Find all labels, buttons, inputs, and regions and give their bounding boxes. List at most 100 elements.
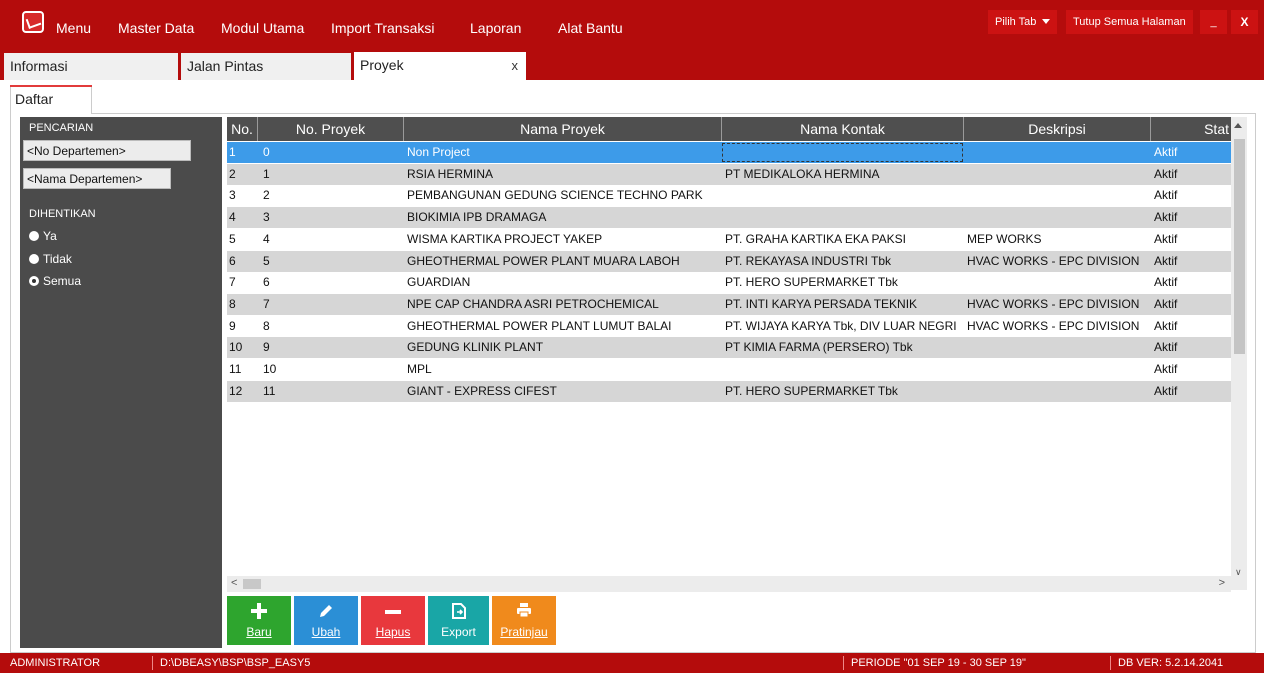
pencarian-label: PENCARIAN	[29, 122, 94, 134]
table-row[interactable]: 2 1 RSIA HERMINA PT MEDIKALOKA HERMINA Aktif	[227, 163, 1231, 185]
table-row[interactable]: 1 0 Non Project Aktif	[227, 142, 1231, 163]
pilih-tab-button[interactable]: Pilih Tab	[988, 10, 1058, 34]
cell-no: 9	[229, 318, 236, 333]
menu-item-menu[interactable]: Menu	[56, 20, 91, 36]
cell-no-proyek: 4	[263, 231, 270, 246]
cell-deskripsi	[964, 272, 1151, 293]
cell-no-proyek: 10	[263, 362, 277, 376]
status-bar: ADMINISTRATOR D:\DBEASY\BSP\BSP_EASY5 PE…	[0, 653, 1264, 673]
printer-icon	[517, 603, 531, 618]
tab-jalan-pintas[interactable]: Jalan Pintas	[181, 53, 351, 80]
subtab-daftar[interactable]: Daftar	[10, 85, 92, 114]
cell-status: Aktif	[1154, 296, 1178, 311]
tutup-semua-halaman-button[interactable]: Tutup Semua Halaman	[1066, 10, 1193, 34]
cell-nama-proyek: RSIA HERMINA	[407, 166, 494, 181]
cell-nama-proyek: NPE CAP CHANDRA ASRI PETROCHEMICAL	[407, 296, 659, 311]
cell-no-proyek: 7	[263, 296, 270, 311]
nama-departemen-field[interactable]: <Nama Departemen>	[23, 168, 171, 189]
cell-nama-proyek: GEDUNG KLINIK PLANT	[407, 340, 544, 355]
cell-no-proyek: 11	[263, 383, 276, 398]
menu-item-modul-utama[interactable]: Modul Utama	[221, 20, 304, 36]
menu-item-laporan[interactable]: Laporan	[470, 20, 521, 36]
table-row[interactable]: 7 6 GUARDIAN PT. HERO SUPERMARKET Tbk Aktif	[227, 272, 1231, 294]
tab-proyek[interactable]: Proyek x	[354, 52, 526, 80]
scroll-up-icon[interactable]	[1234, 123, 1242, 128]
proyek-grid[interactable]: No. No. Proyek Nama Proyek Nama Kontak D…	[227, 117, 1231, 590]
column-header-nama-proyek[interactable]: Nama Proyek	[404, 117, 722, 141]
close-tab-icon[interactable]: x	[512, 52, 519, 79]
cell-no-proyek: 0	[263, 145, 270, 159]
hapus-button[interactable]: Hapus	[361, 596, 425, 645]
table-row[interactable]: 3 2 PEMBANGUNAN GEDUNG SCIENCE TECHNO PARK…	[227, 185, 1231, 207]
cell-deskripsi	[964, 164, 1151, 185]
cell-no-proyek: 3	[263, 210, 270, 225]
horizontal-scrollbar[interactable]: < >	[227, 576, 1231, 592]
column-header-deskripsi[interactable]: Deskripsi	[964, 117, 1151, 141]
table-row[interactable]: 8 7 NPE CAP CHANDRA ASRI PETROCHEMICAL PT. …	[227, 293, 1231, 315]
table-row[interactable]: 11 10 MPL Aktif	[227, 359, 1231, 380]
table-row[interactable]: 10 9 GEDUNG KLINIK PLANT PT KIMIA FARMA (PE…	[227, 337, 1231, 359]
pratinjau-button[interactable]: Pratinjau	[492, 596, 556, 645]
no-departemen-field[interactable]: <No Departemen>	[23, 140, 191, 161]
horizontal-scroll-thumb[interactable]	[243, 579, 261, 589]
cell-status: Aktif	[1154, 231, 1178, 246]
vertical-scrollbar[interactable]: ∨	[1231, 117, 1247, 590]
menu-item-import-transaksi[interactable]: Import Transaksi	[331, 20, 434, 36]
column-header-no-proyek[interactable]: No. Proyek	[258, 117, 404, 141]
cell-no-proyek: 1	[263, 166, 270, 181]
ubah-label: Ubah	[311, 625, 341, 639]
cell-no: 8	[229, 296, 236, 311]
radio-semua[interactable]: Semua	[29, 274, 81, 288]
radio-label: Ya	[43, 229, 57, 243]
column-header-nama-kontak[interactable]: Nama Kontak	[722, 117, 964, 141]
ubah-button[interactable]: Ubah	[294, 596, 358, 645]
radio-label: Tidak	[43, 252, 72, 266]
tab-strip: Informasi Jalan Pintas Proyek x	[0, 52, 1264, 80]
table-row[interactable]: 6 5 GHEOTHERMAL POWER PLANT MUARA LABOH PT.…	[227, 250, 1231, 272]
menu-item-master-data[interactable]: Master Data	[118, 20, 194, 36]
cell-no: 12	[229, 383, 243, 398]
scroll-left-icon[interactable]: <	[231, 577, 237, 589]
cell-nama-kontak	[722, 185, 964, 206]
radio-ya[interactable]: Ya	[29, 229, 57, 243]
scroll-right-icon[interactable]: >	[1219, 577, 1225, 589]
table-row[interactable]: 12 11 GIANT - EXPRESS CIFEST PT. HERO SUPER…	[227, 380, 1231, 402]
hapus-label: Hapus	[375, 625, 411, 639]
export-icon	[451, 603, 466, 619]
app-logo-icon[interactable]	[22, 11, 44, 33]
cell-nama-kontak: PT. HERO SUPERMARKET Tbk	[725, 275, 898, 290]
cell-nama-kontak: PT. INTI KARYA PERSADA TEKNIK	[725, 296, 918, 311]
table-row[interactable]: 4 3 BIOKIMIA IPB DRAMAGA Aktif	[227, 207, 1231, 229]
column-header-no[interactable]: No.	[227, 117, 258, 141]
close-window-button[interactable]: X	[1231, 10, 1258, 34]
cell-no-proyek: 9	[263, 340, 270, 355]
cell-no: 6	[229, 253, 236, 268]
menu-item-alat-bantu[interactable]: Alat Bantu	[558, 20, 623, 36]
vertical-scroll-thumb[interactable]	[1234, 139, 1245, 354]
search-panel: PENCARIAN <No Departemen> <Nama Departem…	[20, 117, 222, 648]
cell-no-proyek: 6	[263, 275, 270, 290]
cell-status: Aktif	[1154, 210, 1178, 225]
cell-deskripsi	[964, 359, 1151, 380]
cell-deskripsi	[964, 337, 1151, 358]
tab-informasi[interactable]: Informasi	[4, 53, 178, 80]
baru-button[interactable]: Baru	[227, 596, 291, 645]
table-row[interactable]: 5 4 WISMA KARTIKA PROJECT YAKEP PT. GRAHA K…	[227, 228, 1231, 250]
cell-deskripsi	[964, 185, 1151, 206]
baru-label: Baru	[246, 625, 272, 639]
cell-nama-proyek: BIOKIMIA IPB DRAMAGA	[407, 210, 547, 225]
dihentikan-label: DIHENTIKAN	[29, 208, 96, 220]
cell-nama-kontak: PT MEDIKALOKA HERMINA	[725, 166, 880, 181]
status-db-version: DB VER: 5.2.14.2041	[1118, 657, 1224, 669]
column-header-status[interactable]: Stat	[1151, 117, 1231, 141]
export-button[interactable]: Export	[428, 596, 489, 645]
table-row[interactable]: 9 8 GHEOTHERMAL POWER PLANT LUMUT BALAI PT.…	[227, 315, 1231, 337]
radio-tidak[interactable]: Tidak	[29, 252, 72, 266]
cell-nama-proyek: GHEOTHERMAL POWER PLANT MUARA LABOH	[407, 253, 680, 268]
cell-status: Aktif	[1154, 145, 1178, 159]
minimize-button[interactable]: _	[1200, 10, 1227, 34]
minus-icon	[385, 610, 401, 614]
scroll-down-icon[interactable]: ∨	[1235, 567, 1242, 578]
cell-nama-proyek: PEMBANGUNAN GEDUNG SCIENCE TECHNO PARK	[407, 188, 703, 203]
cell-no: 10	[229, 340, 243, 355]
